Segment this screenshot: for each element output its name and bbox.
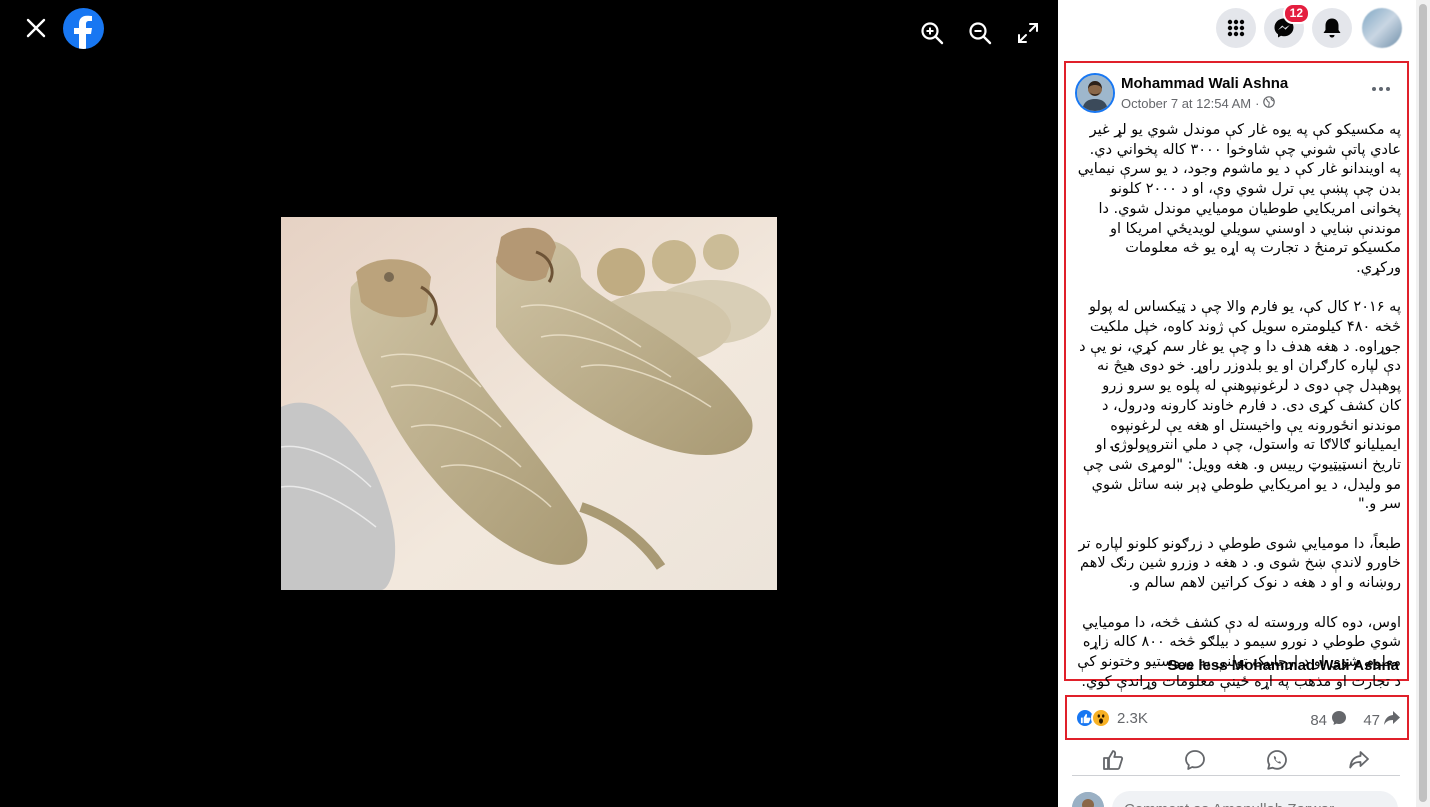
more-options-icon[interactable] (1369, 79, 1393, 99)
panel-scrollbar[interactable] (1416, 0, 1430, 807)
bell-icon[interactable] (1312, 8, 1352, 48)
reactions-summary: 2.3K 84 47 (1065, 695, 1409, 740)
meta-separator: · (1255, 96, 1260, 111)
like-button[interactable] (1098, 746, 1128, 774)
post-content-box: Mohammad Wali Ashna October 7 at 12:54 A… (1064, 61, 1409, 690)
zoom-in-icon[interactable] (919, 20, 945, 46)
messenger-badge: 12 (1282, 3, 1310, 24)
post-side-panel: 12 Mohammad Wali Ashna October 7 at 12:5… (1058, 0, 1430, 807)
comments-count[interactable]: 84 (1310, 710, 1347, 730)
share-button[interactable] (1344, 746, 1374, 774)
post-timestamp[interactable]: October 7 at 12:54 AM (1121, 96, 1251, 111)
commenter-avatar (1072, 792, 1104, 807)
photo-viewer (0, 0, 1058, 807)
reaction-icons[interactable] (1075, 708, 1111, 728)
author-avatar[interactable] (1075, 73, 1115, 113)
wow-icon (1091, 708, 1111, 728)
shares-count-value: 47 (1363, 711, 1380, 729)
share-arrow-icon (1383, 710, 1401, 730)
author-name[interactable]: Mohammad Wali Ashna (1121, 75, 1288, 92)
comment-bubble-icon (1331, 710, 1347, 730)
post-paragraph: په ۲۰۱۶ کال کې، یو فارم والا چې د ټیکساس… (1079, 299, 1401, 513)
whatsapp-button[interactable] (1262, 746, 1292, 774)
top-bar: 12 (1058, 0, 1416, 58)
close-icon[interactable] (22, 14, 50, 42)
shares-count[interactable]: 47 (1363, 710, 1401, 730)
post-paragraph: اوس، دوه کاله وروسته له دې کشف څخه، دا م… (1077, 614, 1401, 690)
post-meta: October 7 at 12:54 AM · (1121, 96, 1276, 111)
post-paragraph: په مکسیکو کې په یوه غار کې موندل شوي یو … (1077, 122, 1401, 276)
post-actions (1072, 744, 1400, 776)
scrollbar-thumb[interactable] (1419, 4, 1427, 802)
grid-menu-icon[interactable] (1216, 8, 1256, 48)
zoom-out-icon[interactable] (967, 20, 993, 46)
account-avatar[interactable] (1362, 8, 1402, 48)
globe-icon (1263, 96, 1276, 111)
fullscreen-icon[interactable] (1015, 20, 1041, 46)
facebook-logo[interactable] (63, 8, 104, 49)
comment-button[interactable] (1180, 746, 1210, 774)
comments-count-value: 84 (1310, 711, 1327, 729)
reactions-count[interactable]: 2.3K (1117, 710, 1148, 727)
comment-input[interactable] (1112, 791, 1398, 807)
comment-composer (1072, 786, 1402, 807)
post-photo (281, 217, 777, 590)
post-body: په مکسیکو کې په یوه غار کې موندل شوي یو … (1076, 121, 1401, 692)
see-less-link[interactable]: See less Mohammad Wali Ashna (1168, 657, 1399, 674)
post-paragraph: طبعاً، دا مومیایي شوی طوطي د زرګونو کلون… (1078, 535, 1401, 592)
messenger-icon[interactable]: 12 (1264, 3, 1310, 48)
